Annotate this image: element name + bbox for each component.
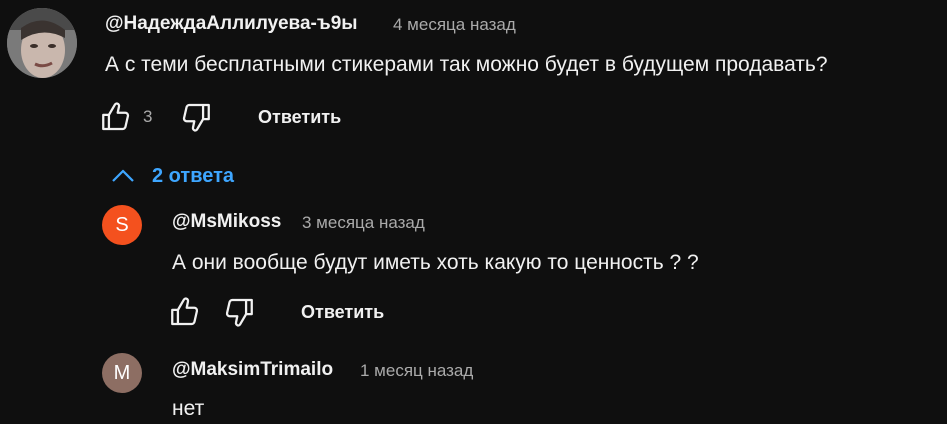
- comment-time[interactable]: 4 месяца назад: [393, 15, 516, 35]
- dislike-icon[interactable]: [179, 100, 213, 134]
- avatar-photo: [7, 8, 77, 78]
- reply-button[interactable]: Ответить: [301, 302, 384, 323]
- avatar[interactable]: [7, 8, 77, 78]
- chevron-up-icon: [112, 169, 134, 182]
- reply-time[interactable]: 1 месяц назад: [360, 361, 473, 381]
- reply-time[interactable]: 3 месяца назад: [302, 213, 425, 233]
- avatar-letter: S: [115, 213, 129, 236]
- dislike-icon[interactable]: [222, 295, 256, 329]
- reply-author[interactable]: @MaksimTrimailo: [172, 359, 333, 381]
- reply-button[interactable]: Ответить: [258, 107, 341, 128]
- like-icon[interactable]: [168, 295, 202, 329]
- comment-text: А с теми бесплатными стикерами так можно…: [105, 53, 828, 76]
- replies-toggle[interactable]: 2 ответа: [108, 160, 234, 192]
- comment-author[interactable]: @НадеждаАллилуева-ъ9ы: [105, 13, 358, 35]
- reply-text: А они вообще будут иметь хоть какую то ц…: [172, 251, 699, 274]
- like-count: 3: [143, 107, 153, 126]
- avatar-letter: M: [113, 361, 131, 384]
- avatar[interactable]: S: [102, 205, 142, 245]
- reply-author[interactable]: @MsMikoss: [172, 211, 281, 233]
- like-icon[interactable]: [99, 100, 133, 134]
- replies-count-label: 2 ответа: [152, 164, 235, 187]
- avatar[interactable]: M: [102, 353, 142, 393]
- reply-text: нет: [172, 397, 205, 420]
